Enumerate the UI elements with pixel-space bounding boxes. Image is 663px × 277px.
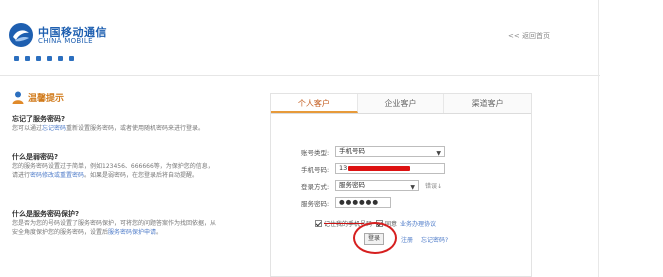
tip-answer-forgot: 您可以通过忘记密码重新设置服务密码，或者使用随机密码来进行登录。 — [12, 124, 217, 133]
password-label: 服务密码: — [301, 200, 330, 208]
tip-answer-weak: 您的服务密码设置过于简单，例如123456、666666等，为保护您的信息，请进… — [12, 162, 217, 180]
header-decoration — [14, 56, 74, 62]
tip-answer-text: 您可以通过 — [12, 125, 43, 132]
customer-type-tabs: 个人客户 企业客户 渠道客户 — [271, 94, 531, 114]
tips-header: 温馨提示 — [12, 90, 64, 104]
decor-dot — [14, 56, 19, 61]
back-to-home-link[interactable]: << 返回首页 — [508, 31, 550, 41]
annotation-mark — [324, 222, 364, 224]
tips-title: 温馨提示 — [28, 93, 65, 104]
decor-dot — [58, 56, 63, 61]
forgot-password-tip-link[interactable]: 忘记密码 — [42, 125, 66, 132]
password-protection-link[interactable]: 服务密码保护申请 — [108, 229, 156, 236]
forgot-password-link[interactable]: 忘记密码? — [421, 235, 448, 244]
tip-answer-protect: 您是否为您的号码设置了服务密码保护，可将您的问题答案作为找回依据，从安全角度保护… — [12, 219, 217, 237]
tip-question-protect: 什么是服务密码保护? — [12, 210, 80, 218]
login-panel: 个人客户 企业客户 渠道客户 账号类型: 手机号码 ▼ 手机号码: 13 登录方… — [270, 93, 532, 277]
tip-question-forgot: 忘记了服务密码? — [12, 115, 66, 123]
logo-english-text: CHINA MOBILE — [38, 37, 93, 45]
login-mode-label: 登录方式: — [301, 183, 330, 191]
login-mode-select[interactable]: 服务密码 ▼ — [335, 180, 419, 191]
tab-channel[interactable]: 渠道客户 — [444, 94, 531, 113]
dropdown-arrow-icon: ▼ — [436, 150, 441, 157]
login-mode-value: 服务密码 — [339, 181, 365, 189]
tip-answer-text: 。如果是弱密码，在您登录后将自动提醒。 — [84, 172, 199, 179]
decor-dot — [36, 56, 41, 61]
dropdown-arrow-icon: ▼ — [410, 184, 415, 191]
redaction-mark — [348, 166, 410, 171]
remember-checkbox[interactable] — [315, 219, 322, 227]
phone-label: 手机号码: — [301, 166, 330, 174]
header-divider — [0, 75, 600, 76]
phone-number-input[interactable]: 13 — [335, 163, 445, 174]
password-value: ●●●●●● — [339, 198, 380, 206]
tip-question-weak: 什么是弱密码? — [12, 153, 59, 161]
phone-number-value: 13 — [339, 164, 348, 172]
decor-dot — [25, 56, 30, 61]
person-icon — [12, 91, 24, 104]
china-mobile-logo[interactable]: 中国移动通信 CHINA MOBILE — [8, 22, 118, 48]
tip-answer-text: 重新设置服务密码，或者使用随机密码来进行登录。 — [66, 125, 205, 132]
tab-personal[interactable]: 个人客户 — [271, 94, 358, 113]
agreement-link[interactable]: 业务办理协议 — [400, 219, 436, 228]
tips-panel: 温馨提示 忘记了服务密码? 您可以通过忘记密码重新设置服务密码，或者使用随机密码… — [12, 90, 222, 270]
tip-answer-text: 。 — [156, 229, 163, 236]
modify-password-link[interactable]: 密码修改或重置密码 — [30, 172, 84, 179]
password-input[interactable]: ●●●●●● — [335, 197, 391, 208]
china-mobile-logo-icon — [9, 23, 33, 47]
account-type-select[interactable]: 手机号码 ▼ — [335, 146, 445, 157]
tab-enterprise[interactable]: 企业客户 — [358, 94, 445, 113]
account-type-label: 账号类型: — [301, 149, 330, 157]
register-link[interactable]: 注册 — [401, 235, 413, 244]
decor-dot — [69, 56, 74, 61]
account-type-value: 手机号码 — [339, 147, 365, 155]
login-button[interactable]: 登录 — [364, 233, 384, 245]
decor-dot — [47, 56, 52, 61]
page-edge-divider — [598, 0, 599, 277]
verify-link[interactable]: 错误↓ — [425, 181, 442, 190]
